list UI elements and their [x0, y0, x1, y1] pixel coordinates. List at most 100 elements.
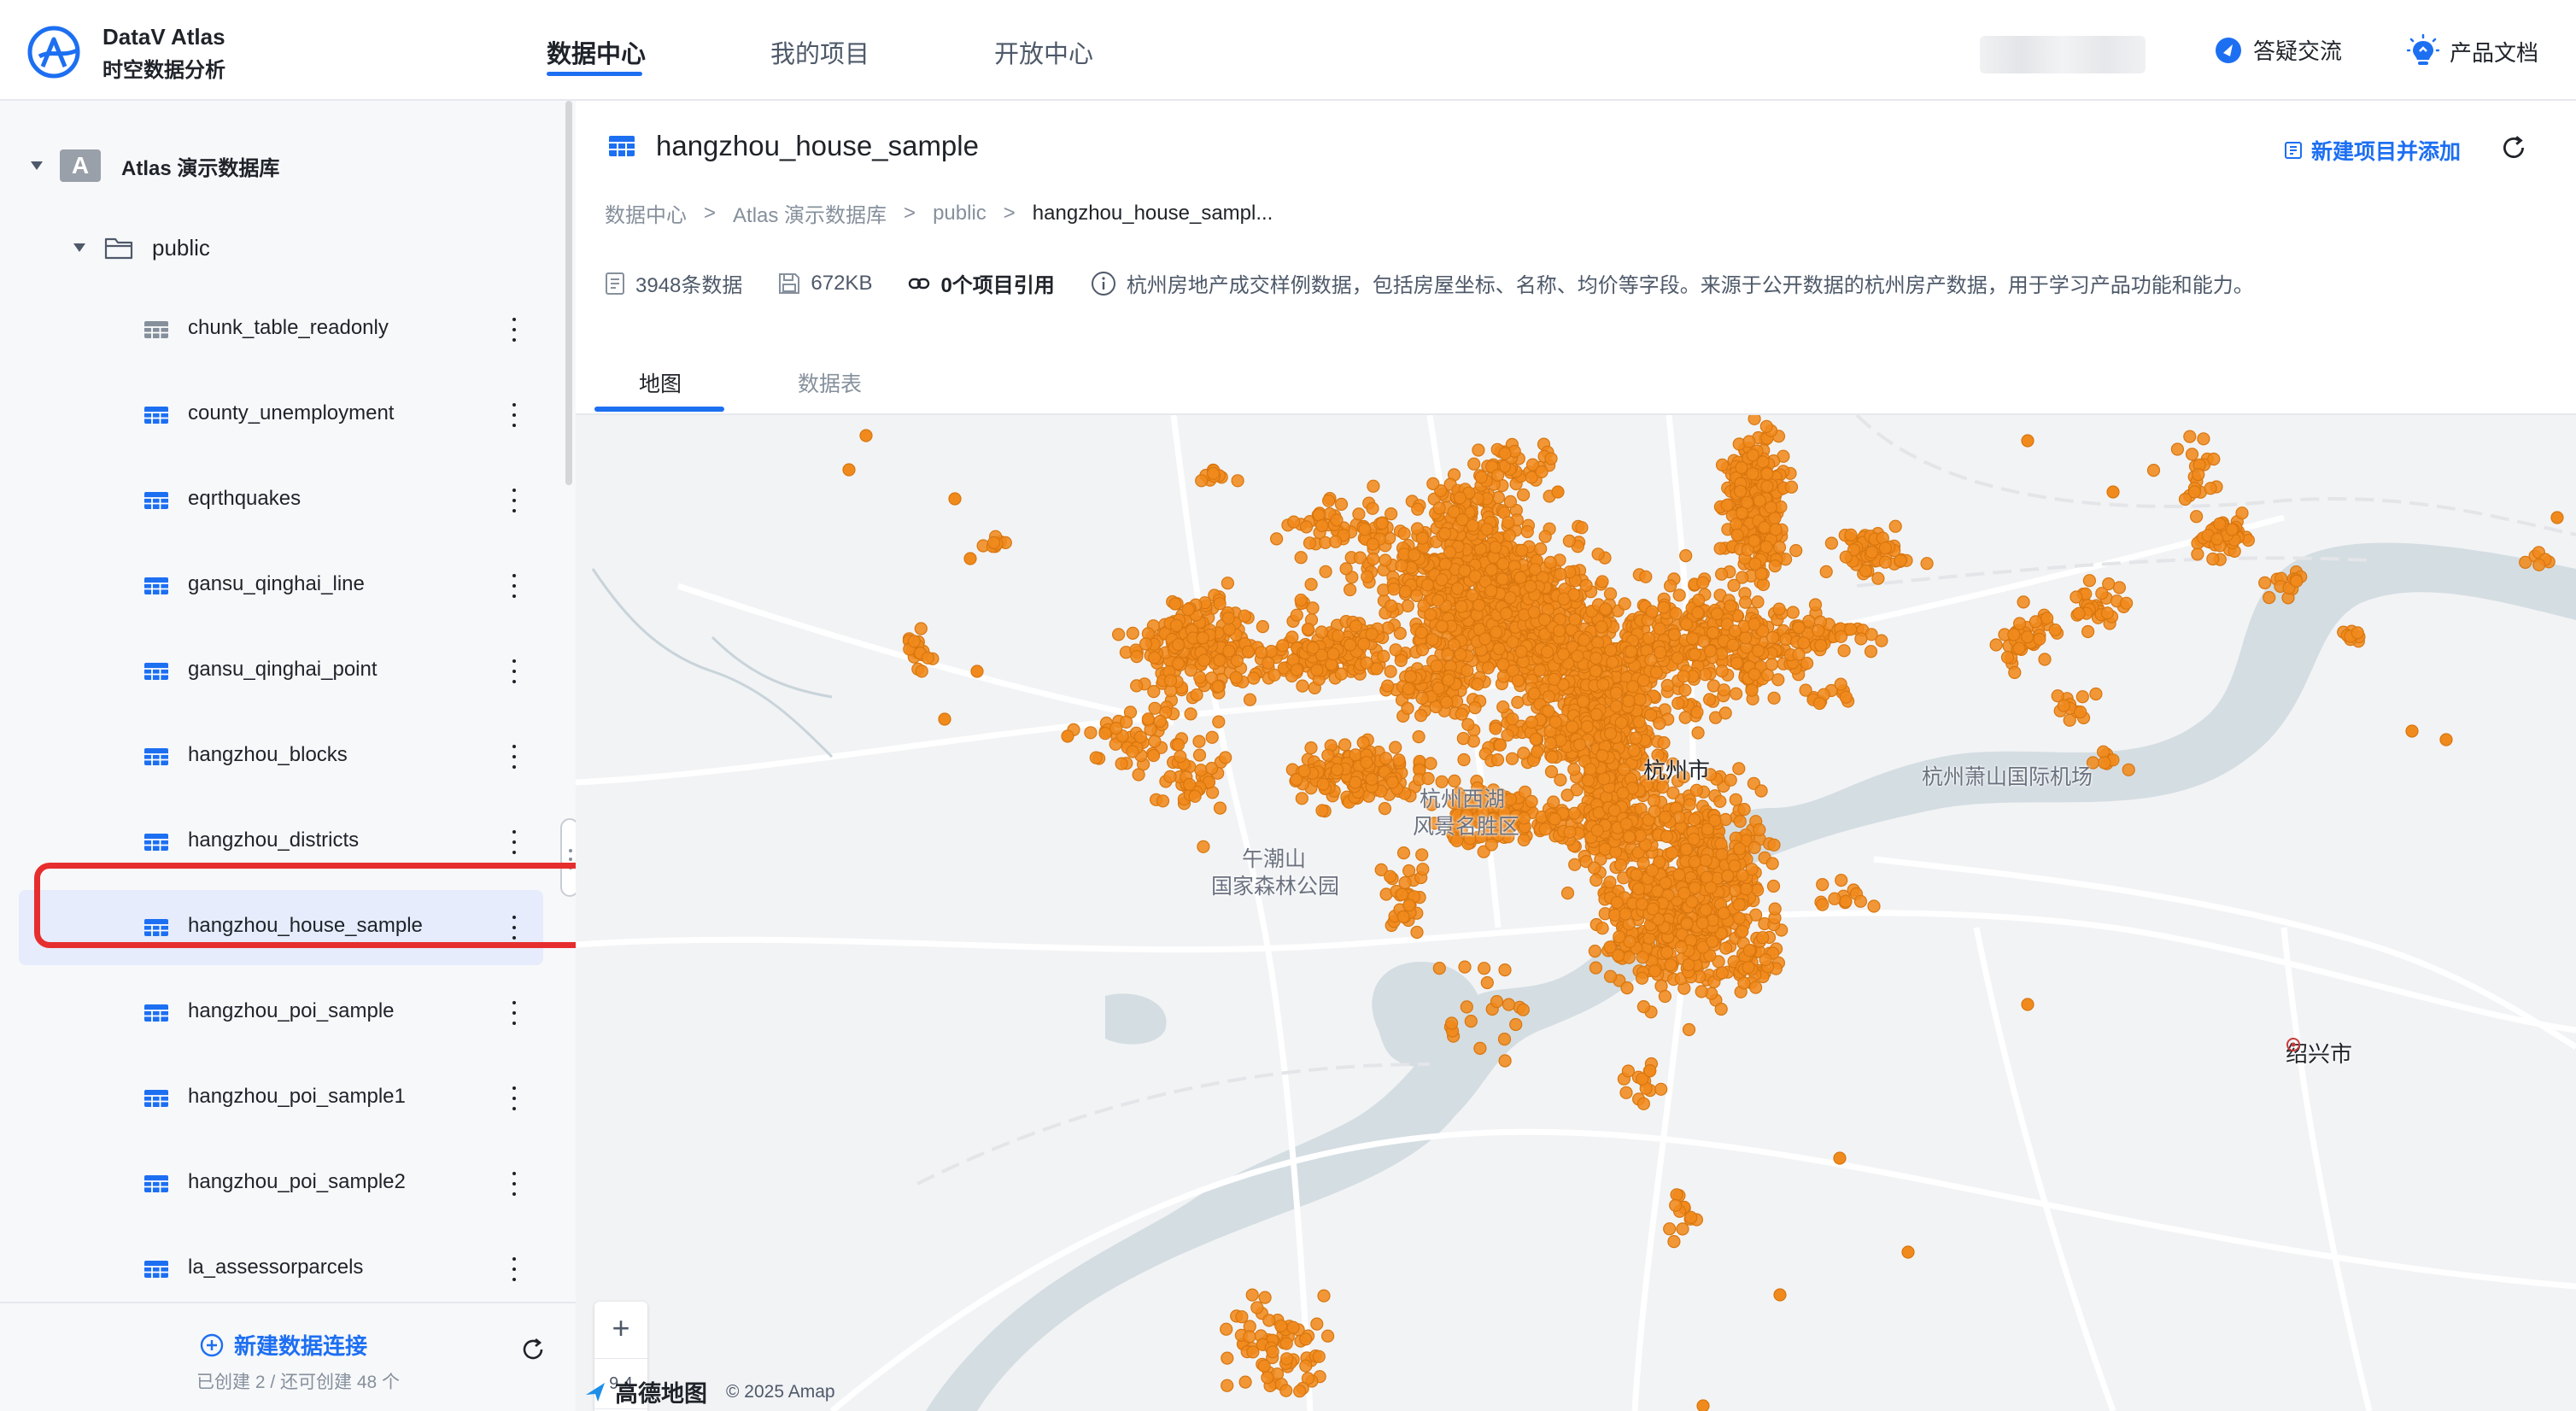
- house-point[interactable]: [842, 463, 856, 477]
- house-point[interactable]: [1377, 649, 1390, 663]
- house-point[interactable]: [1431, 682, 1445, 695]
- house-point[interactable]: [1727, 578, 1741, 592]
- house-point[interactable]: [1389, 643, 1402, 657]
- house-point[interactable]: [1472, 443, 1485, 457]
- house-point[interactable]: [1753, 494, 1766, 507]
- house-point[interactable]: [1455, 600, 1468, 613]
- house-point[interactable]: [1499, 606, 1513, 620]
- house-point[interactable]: [1713, 542, 1727, 555]
- tab-map[interactable]: 地图: [639, 367, 682, 398]
- house-point[interactable]: [1531, 745, 1544, 758]
- house-point[interactable]: [2207, 452, 2221, 466]
- house-point[interactable]: [1737, 976, 1751, 990]
- house-point[interactable]: [1525, 716, 1538, 729]
- house-point[interactable]: [1579, 578, 1593, 592]
- house-point[interactable]: [1193, 670, 1207, 684]
- house-point[interactable]: [1194, 764, 1208, 777]
- nav-tab-my-projects[interactable]: 我的项目: [770, 34, 869, 70]
- house-point[interactable]: [1471, 677, 1484, 691]
- house-point[interactable]: [1378, 802, 1392, 816]
- house-point[interactable]: [1844, 623, 1858, 636]
- house-point[interactable]: [2081, 624, 2095, 639]
- table-item[interactable]: hangzhou_poi_sample: [0, 972, 576, 1054]
- house-point[interactable]: [1498, 447, 1512, 460]
- house-point[interactable]: [921, 651, 934, 665]
- house-point[interactable]: [987, 536, 1001, 549]
- house-point[interactable]: [1549, 715, 1562, 729]
- house-point[interactable]: [1279, 1337, 1293, 1350]
- house-point[interactable]: [1402, 899, 1416, 912]
- house-point[interactable]: [1688, 647, 1701, 661]
- house-point[interactable]: [1490, 753, 1505, 767]
- house-point[interactable]: [1563, 825, 1577, 839]
- house-point[interactable]: [1315, 804, 1329, 817]
- house-point[interactable]: [1426, 633, 1439, 647]
- house-point[interactable]: [1577, 633, 1591, 647]
- house-point[interactable]: [1243, 1330, 1256, 1344]
- house-point[interactable]: [1299, 520, 1314, 534]
- house-point[interactable]: [2008, 665, 2022, 679]
- house-point[interactable]: [1304, 741, 1318, 755]
- house-point[interactable]: [1274, 1319, 1288, 1332]
- table-item[interactable]: eqrthquakes: [0, 460, 576, 542]
- house-point[interactable]: [1480, 975, 1494, 990]
- house-point[interactable]: [1360, 656, 1373, 670]
- house-point[interactable]: [1535, 465, 1549, 479]
- house-point[interactable]: [1767, 691, 1781, 705]
- house-point[interactable]: [1658, 989, 1672, 1004]
- more-options-icon[interactable]: [506, 827, 523, 858]
- house-point[interactable]: [1432, 501, 1446, 515]
- house-point[interactable]: [2075, 690, 2089, 704]
- house-point[interactable]: [1230, 654, 1244, 668]
- house-point[interactable]: [1590, 635, 1605, 649]
- house-point[interactable]: [1257, 1359, 1271, 1373]
- house-point[interactable]: [1442, 673, 1455, 687]
- house-point[interactable]: [1619, 817, 1633, 831]
- house-point[interactable]: [2012, 641, 2026, 655]
- house-point[interactable]: [1290, 608, 1303, 622]
- house-point[interactable]: [1764, 501, 1778, 514]
- house-point[interactable]: [1688, 881, 1702, 895]
- house-point[interactable]: [938, 712, 951, 726]
- house-point[interactable]: [1686, 632, 1700, 646]
- house-point[interactable]: [1695, 985, 1708, 998]
- house-point[interactable]: [1513, 571, 1527, 584]
- house-point[interactable]: [1562, 534, 1577, 547]
- house-point[interactable]: [1636, 674, 1650, 688]
- house-point[interactable]: [1658, 811, 1672, 824]
- house-point[interactable]: [1330, 513, 1344, 527]
- house-point[interactable]: [1316, 777, 1330, 791]
- house-point[interactable]: [1343, 583, 1357, 597]
- house-point[interactable]: [2007, 628, 2021, 641]
- house-point[interactable]: [1544, 764, 1559, 779]
- house-point[interactable]: [1197, 840, 1210, 853]
- house-point[interactable]: [1768, 559, 1782, 573]
- house-point[interactable]: [1304, 577, 1318, 591]
- house-point[interactable]: [1758, 521, 1771, 535]
- house-point[interactable]: [2057, 699, 2071, 712]
- house-point[interactable]: [2089, 687, 2103, 701]
- house-point[interactable]: [1169, 618, 1184, 632]
- house-point[interactable]: [2225, 523, 2239, 536]
- house-point[interactable]: [1295, 792, 1308, 805]
- house-point[interactable]: [1301, 623, 1315, 636]
- database-node[interactable]: A Atlas 演示数据库: [0, 125, 576, 207]
- house-point[interactable]: [1589, 652, 1603, 665]
- house-point[interactable]: [1520, 524, 1534, 539]
- house-point[interactable]: [1678, 711, 1692, 724]
- house-point[interactable]: [1814, 639, 1828, 653]
- house-point[interactable]: [1497, 1032, 1512, 1046]
- house-point[interactable]: [1702, 693, 1717, 706]
- house-point[interactable]: [1920, 557, 1934, 571]
- datav-atlas-logo-icon[interactable]: [26, 24, 82, 80]
- house-point[interactable]: [1665, 846, 1679, 860]
- house-point[interactable]: [1789, 544, 1803, 558]
- house-point[interactable]: [1250, 1301, 1264, 1314]
- house-point[interactable]: [1748, 840, 1761, 854]
- table-item[interactable]: gansu_qinghai_point: [0, 630, 576, 712]
- house-point[interactable]: [1729, 687, 1743, 700]
- house-point[interactable]: [1643, 1063, 1657, 1078]
- house-point[interactable]: [1516, 488, 1531, 502]
- house-point[interactable]: [1435, 573, 1449, 587]
- house-point[interactable]: [1748, 981, 1763, 994]
